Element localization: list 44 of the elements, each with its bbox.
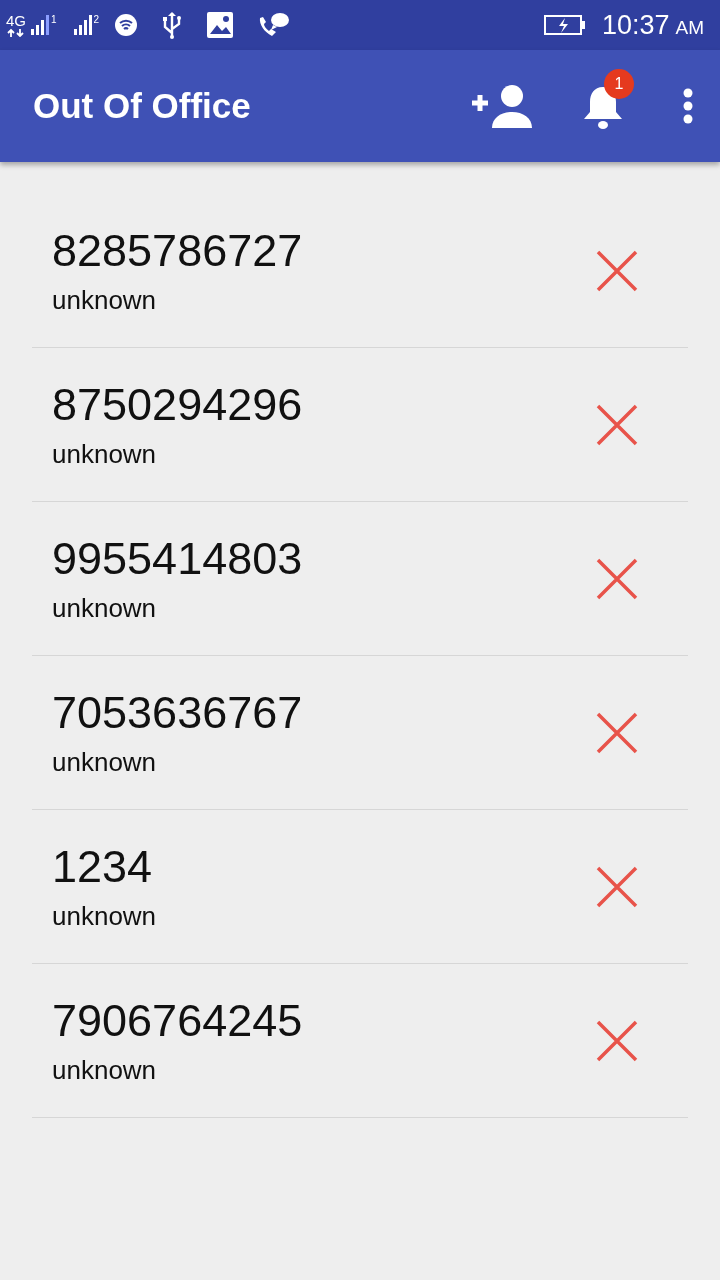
close-icon [596,711,638,754]
app-title: Out Of Office [33,85,251,127]
data-arrows-icon [7,28,25,37]
phone-number: 7053636767 [52,690,303,735]
contact-name: unknown [52,595,158,621]
more-options-button[interactable] [682,88,694,124]
image-icon [207,12,234,38]
close-icon [596,557,638,600]
delete-button[interactable] [596,711,638,754]
notification-badge: 1 [604,69,634,99]
contact-name: unknown [52,903,157,929]
sim-label: 1 [51,13,57,27]
delete-button[interactable] [596,865,638,908]
more-options-icon [682,88,694,124]
phone-number: 1234 [52,844,154,889]
delete-button[interactable] [596,1019,638,1062]
call-message-icon [257,12,290,38]
contact-name: unknown [52,441,158,467]
clock-period: AM [675,15,704,40]
battery-icon [543,14,586,36]
close-icon [596,249,638,292]
add-person-icon [470,84,532,128]
contact-name: unknown [52,1057,158,1083]
delete-button[interactable] [596,557,638,600]
network-label: 4G [6,13,26,28]
signal-icon [30,15,50,35]
contact-name: unknown [52,749,158,775]
usb-icon [161,11,184,39]
phone-number: 8285786727 [52,228,303,273]
close-icon [596,1019,638,1062]
close-icon [596,865,638,908]
close-icon [596,403,638,446]
delete-button[interactable] [596,249,638,292]
contact-name: unknown [52,287,158,313]
phone-number: 8750294296 [52,382,303,427]
sim-label: 2 [93,13,100,27]
signal-icon [72,15,93,35]
notification-button[interactable]: 1 [580,69,634,131]
phone-number: 7906764245 [52,998,303,1043]
add-contact-button[interactable] [470,84,532,128]
clock: 10:37 [601,8,670,42]
wifi-icon [115,14,138,36]
delete-button[interactable] [596,403,638,446]
phone-number: 9955414803 [52,536,303,581]
